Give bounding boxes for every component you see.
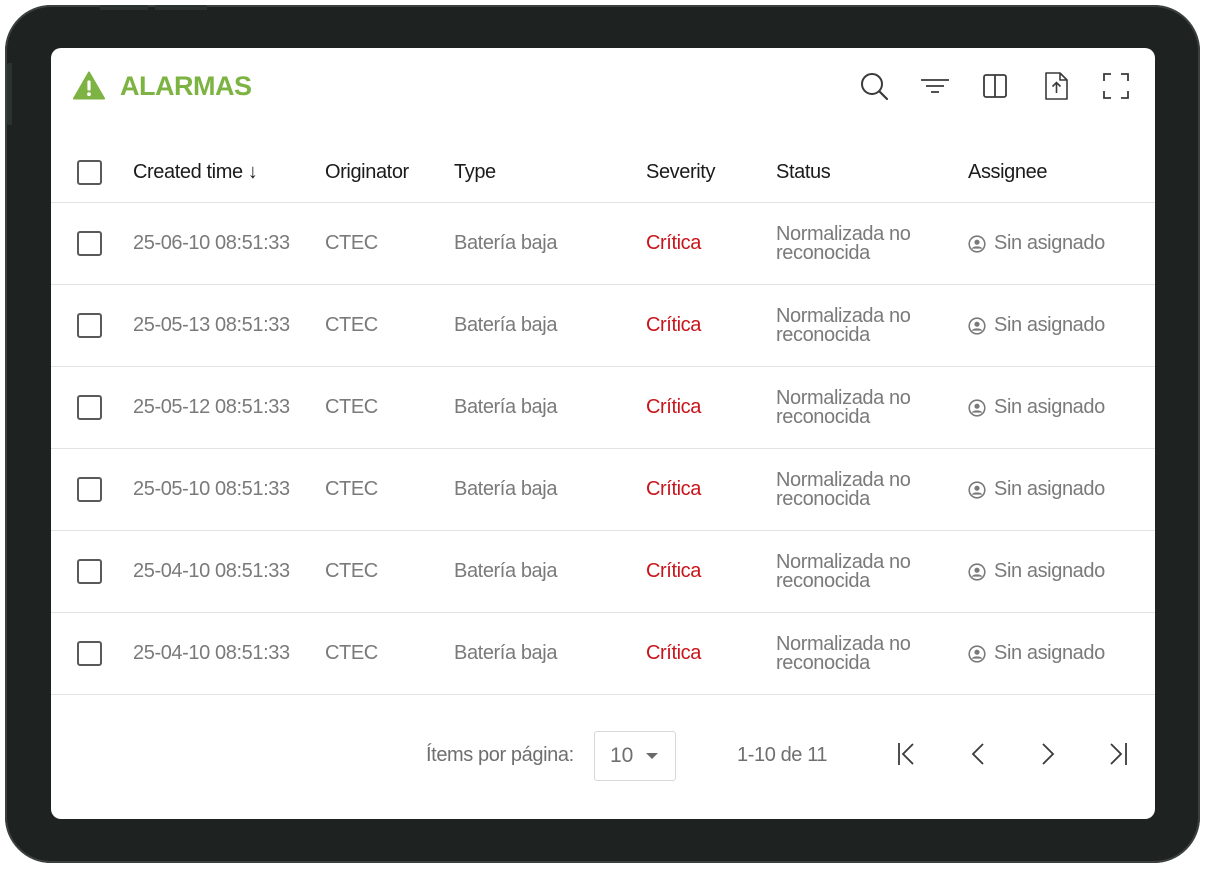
assignee-cell[interactable]: Sin asignado: [968, 367, 1105, 448]
assignee-label: Sin asignado: [994, 560, 1105, 582]
assignee-label: Sin asignado: [994, 478, 1105, 500]
user-circle-icon: [968, 398, 986, 417]
user-circle-icon: [968, 234, 986, 253]
column-header-originator[interactable]: Originator: [325, 142, 409, 202]
status-cell: Normalizada no reconocida: [776, 386, 911, 428]
tablet-button: [7, 63, 12, 125]
status-cell: Normalizada no reconocida: [776, 468, 911, 510]
severity-cell: Crítica: [646, 314, 701, 336]
assignee-cell[interactable]: Sin asignado: [968, 285, 1105, 366]
column-header-status[interactable]: Status: [776, 142, 831, 202]
chevron-right-icon: [1042, 743, 1055, 765]
row-checkbox[interactable]: [77, 313, 102, 338]
first-page-button[interactable]: [891, 737, 925, 771]
dropdown-arrow-icon: [646, 753, 658, 759]
type-cell: Batería baja: [454, 560, 558, 582]
originator-cell: CTEC: [325, 314, 378, 336]
fullscreen-icon: [1103, 73, 1129, 99]
assignee-cell[interactable]: Sin asignado: [968, 531, 1105, 612]
user-circle-icon: [968, 562, 986, 581]
status-cell: Normalizada no reconocida: [776, 632, 911, 674]
type-cell: Batería baja: [454, 642, 558, 664]
table-row[interactable]: 25-04-10 08:51:33 CTEC Batería baja Crít…: [51, 613, 1155, 695]
items-per-page-value: 10: [610, 744, 634, 767]
type-cell: Batería baja: [454, 396, 558, 418]
assignee-cell[interactable]: Sin asignado: [968, 613, 1105, 694]
status-cell: Normalizada no reconocida: [776, 304, 911, 346]
severity-cell: Crítica: [646, 232, 701, 254]
type-cell: Batería baja: [454, 478, 558, 500]
created-time-cell: 25-05-12 08:51:33: [133, 396, 290, 418]
table-row[interactable]: 25-05-10 08:51:33 CTEC Batería baja Crít…: [51, 449, 1155, 531]
select-all-checkbox[interactable]: [77, 160, 102, 185]
search-icon: [861, 73, 889, 101]
severity-cell: Crítica: [646, 642, 701, 664]
column-header-type[interactable]: Type: [454, 142, 496, 202]
first-page-icon: [898, 743, 914, 765]
columns-button[interactable]: [979, 70, 1011, 102]
last-page-icon: [1110, 743, 1127, 765]
type-cell: Batería baja: [454, 232, 558, 254]
originator-cell: CTEC: [325, 478, 378, 500]
table-row[interactable]: 25-05-13 08:51:33 CTEC Batería baja Crít…: [51, 285, 1155, 367]
assignee-label: Sin asignado: [994, 314, 1105, 336]
row-checkbox[interactable]: [77, 477, 102, 502]
originator-cell: CTEC: [325, 560, 378, 582]
status-cell: Normalizada no reconocida: [776, 222, 911, 264]
page-range-label: 1-10 de 11: [737, 744, 828, 766]
filter-button[interactable]: [919, 70, 951, 102]
row-checkbox[interactable]: [77, 559, 102, 584]
user-circle-icon: [968, 480, 986, 499]
created-time-cell: 25-04-10 08:51:33: [133, 560, 290, 582]
tablet-button: [100, 5, 148, 10]
assignee-label: Sin asignado: [994, 396, 1105, 418]
originator-cell: CTEC: [325, 232, 378, 254]
last-page-button[interactable]: [1101, 737, 1135, 771]
created-time-cell: 25-05-13 08:51:33: [133, 314, 290, 336]
search-button[interactable]: [858, 70, 890, 102]
created-time-cell: 25-05-10 08:51:33: [133, 478, 290, 500]
assignee-cell[interactable]: Sin asignado: [968, 203, 1105, 284]
table-row[interactable]: 25-04-10 08:51:33 CTEC Batería baja Crít…: [51, 531, 1155, 613]
filter-icon: [921, 79, 949, 93]
created-time-cell: 25-04-10 08:51:33: [133, 642, 290, 664]
assignee-label: Sin asignado: [994, 232, 1105, 254]
user-circle-icon: [968, 316, 986, 335]
widget-title: ALARMAS: [120, 71, 252, 101]
assignee-cell[interactable]: Sin asignado: [968, 449, 1105, 530]
widget-header: ALARMAS: [51, 48, 1155, 128]
row-checkbox[interactable]: [77, 395, 102, 420]
severity-cell: Crítica: [646, 478, 701, 500]
items-per-page-select[interactable]: 10: [594, 731, 676, 781]
warning-icon: [73, 71, 105, 100]
status-cell: Normalizada no reconocida: [776, 550, 911, 592]
next-page-button[interactable]: [1031, 737, 1065, 771]
row-checkbox[interactable]: [77, 231, 102, 256]
severity-cell: Crítica: [646, 396, 701, 418]
row-checkbox[interactable]: [77, 641, 102, 666]
export-button[interactable]: [1040, 70, 1072, 102]
fullscreen-button[interactable]: [1100, 70, 1132, 102]
columns-icon: [983, 74, 1007, 98]
table-row[interactable]: 25-06-10 08:51:33 CTEC Batería baja Crít…: [51, 203, 1155, 285]
originator-cell: CTEC: [325, 642, 378, 664]
column-header-assignee[interactable]: Assignee: [968, 142, 1047, 202]
user-circle-icon: [968, 644, 986, 663]
originator-cell: CTEC: [325, 396, 378, 418]
column-header-created-time[interactable]: Created time ↓: [133, 142, 258, 202]
created-time-cell: 25-06-10 08:51:33: [133, 232, 290, 254]
type-cell: Batería baja: [454, 314, 558, 336]
table-header: Created time ↓ Originator Type Severity …: [51, 142, 1155, 203]
items-per-page-label: Ítems por página:: [426, 744, 574, 766]
severity-cell: Crítica: [646, 560, 701, 582]
previous-page-button[interactable]: [961, 737, 995, 771]
alarms-widget: ALARMAS Created time ↓ Originator Type S…: [51, 48, 1155, 819]
paginator: Ítems por página: 10 1-10 de 11: [51, 696, 1155, 819]
column-header-severity[interactable]: Severity: [646, 142, 715, 202]
table-row[interactable]: 25-05-12 08:51:33 CTEC Batería baja Crít…: [51, 367, 1155, 449]
tablet-button: [155, 5, 207, 10]
assignee-label: Sin asignado: [994, 642, 1105, 664]
export-icon: [1045, 72, 1068, 100]
chevron-left-icon: [971, 743, 984, 765]
